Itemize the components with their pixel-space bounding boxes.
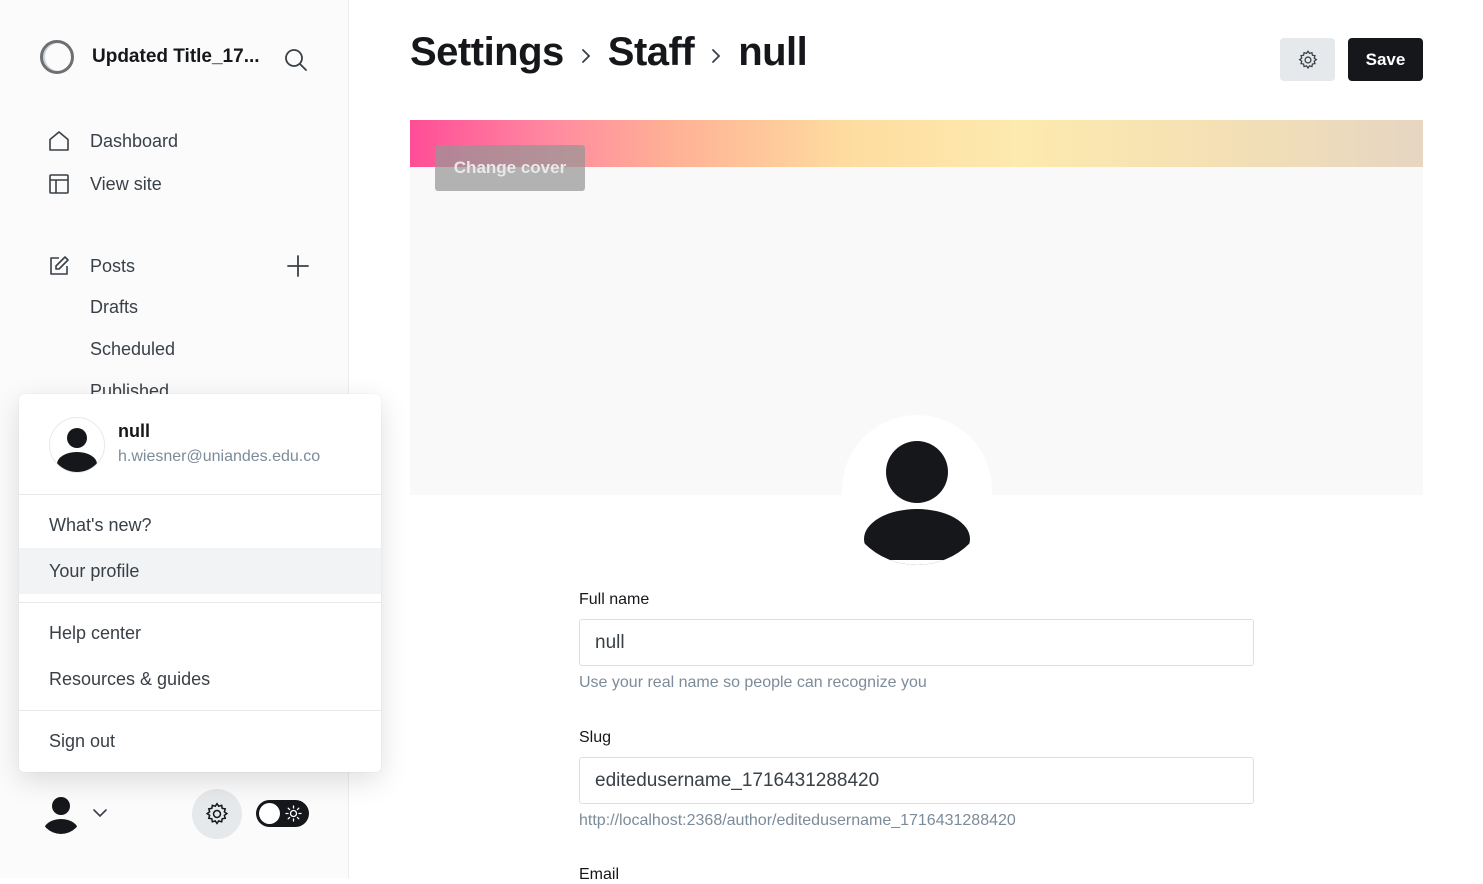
slug-input[interactable]: editedusername_1716431288420 [579,757,1254,804]
sidebar-item-posts[interactable]: Posts [47,254,135,278]
breadcrumb-current: null [738,30,808,74]
sun-icon [285,805,302,822]
site-title: Updated Title_17... [92,46,260,67]
sidebar-item-label: View site [90,173,162,194]
sidebar-item-label: Dashboard [90,130,179,151]
layout-icon [47,172,71,196]
gear-icon [205,802,229,825]
settings-button[interactable] [192,789,242,839]
full-name-hint: Use your real name so people can recogni… [579,674,927,691]
change-cover-button[interactable]: Change cover [435,145,585,191]
sidebar-item-scheduled[interactable]: Scheduled [90,339,175,360]
breadcrumb-settings[interactable]: Settings [410,30,564,75]
user-avatar-icon [57,428,97,472]
user-avatar[interactable] [40,792,82,834]
sidebar-item-dashboard[interactable]: Dashboard [47,129,178,153]
menu-divider [19,710,381,711]
email-label: Email [579,866,620,883]
menu-avatar [49,417,105,473]
save-button[interactable]: Save [1348,38,1423,81]
menu-user-name: null [118,421,150,441]
breadcrumb-staff[interactable]: Staff [608,30,695,75]
slug-hint: http://localhost:2368/author/editedusern… [579,812,1016,829]
sidebar-item-view-site[interactable]: View site [47,172,162,196]
sidebar-item-label: Posts [90,255,136,276]
user-menu: null h.wiesner@uniandes.edu.co What's ne… [19,394,381,772]
profile-photo[interactable] [842,415,992,565]
site-brand[interactable]: Updated Title_17... [40,40,260,74]
full-name-label: Full name [579,591,650,608]
slug-label: Slug [579,729,612,746]
menu-divider [19,494,381,495]
toggle-knob [259,803,280,824]
plus-icon[interactable] [286,254,310,283]
menu-user-header: null h.wiesner@uniandes.edu.co [49,417,320,473]
menu-divider [19,602,381,603]
chevron-right-icon [710,47,722,65]
theme-toggle[interactable] [256,800,309,827]
menu-item-resources-guides[interactable]: Resources & guides [19,656,381,702]
search-icon[interactable] [284,48,308,77]
menu-item-whats-new[interactable]: What's new? [19,502,381,548]
user-settings-button[interactable] [1280,38,1335,81]
site-logo-icon [40,40,74,74]
user-avatar-icon [842,441,992,565]
chevron-right-icon [580,47,592,65]
user-avatar-icon [44,797,78,834]
breadcrumb: Settings Staff null [410,30,808,75]
menu-item-help-center[interactable]: Help center [19,610,381,656]
edit-icon [47,254,71,278]
menu-user-email: h.wiesner@uniandes.edu.co [118,448,321,465]
menu-item-your-profile[interactable]: Your profile [19,548,381,594]
home-icon [47,129,71,153]
sidebar-item-drafts[interactable]: Drafts [90,297,138,318]
gear-icon [1298,49,1317,69]
chevron-down-icon[interactable] [92,806,108,825]
menu-item-sign-out[interactable]: Sign out [19,718,381,764]
full-name-input[interactable]: null [579,619,1254,666]
